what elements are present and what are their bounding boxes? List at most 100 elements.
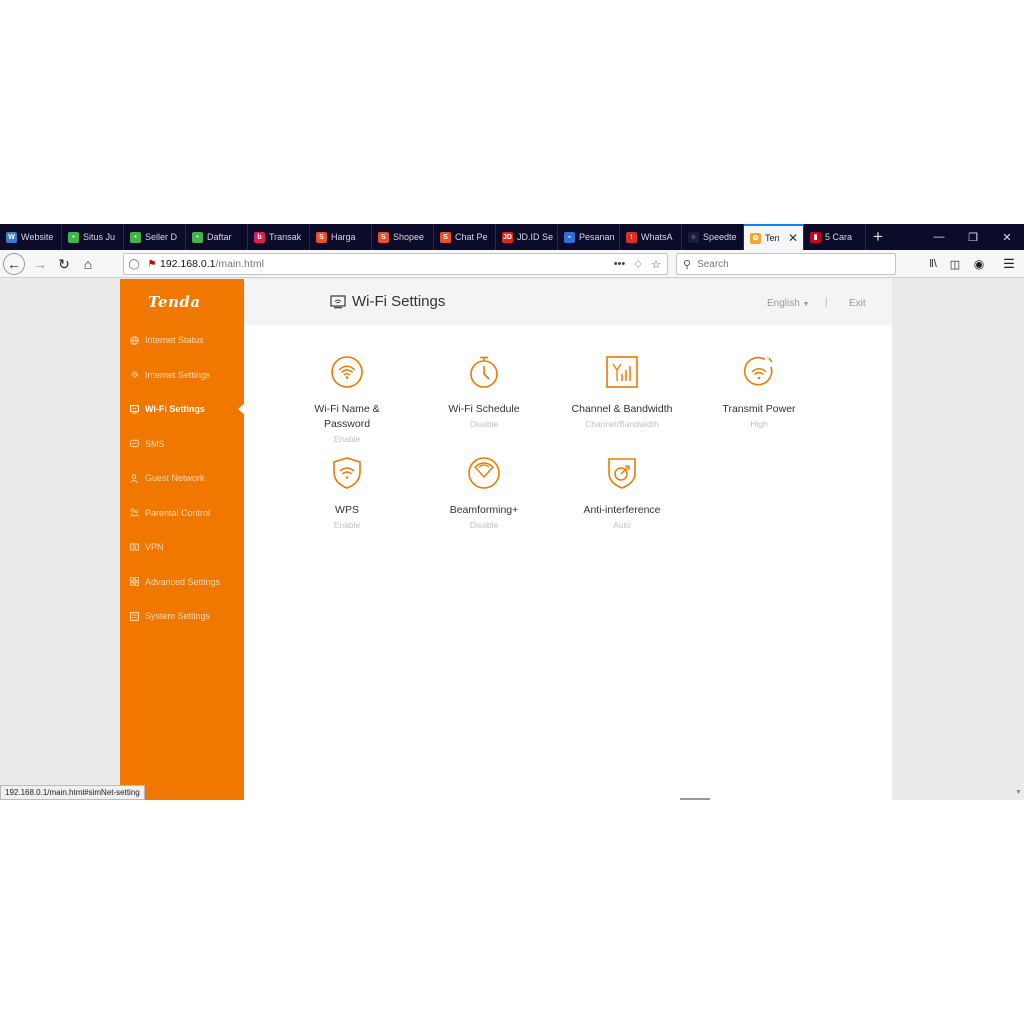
sidebar-item-vpn[interactable]: VPN	[130, 537, 244, 557]
sidebar-item-guest-network[interactable]: Guest Network	[130, 468, 244, 488]
setting-card-status: High	[750, 419, 768, 429]
tab-label: Website	[21, 232, 54, 242]
tab-12[interactable]: ✿ Ten ✕	[744, 224, 804, 250]
tab-6[interactable]: S Shopee	[372, 224, 434, 250]
tokopedia-icon: •	[192, 231, 203, 243]
tab-3[interactable]: • Daftar	[186, 224, 248, 250]
setting-card-transmit-power[interactable]: Transmit Power High	[694, 355, 824, 429]
tab-2[interactable]: • Seller D	[124, 224, 186, 250]
restore-icon[interactable]: ❐	[956, 224, 990, 250]
tab-5[interactable]: S Harga	[310, 224, 372, 250]
grid-icon	[130, 577, 139, 586]
gear-icon	[131, 371, 138, 378]
horizontal-scroll-thumb[interactable]	[680, 798, 710, 800]
page-actions-icon[interactable]: •••	[614, 258, 626, 271]
tab-10[interactable]: ! WhatsA	[620, 224, 682, 250]
stopwatch-icon	[470, 356, 498, 388]
sidebar-item-parental-control[interactable]: Parental Control	[130, 503, 244, 523]
setting-card-wps[interactable]: WPS Enable	[282, 456, 412, 530]
language-select[interactable]: English ▼	[767, 298, 810, 309]
sidebar-item-wi-fi-settings[interactable]: Wi-Fi Settings	[130, 399, 245, 419]
setting-card-channel-bandwidth[interactable]: Channel & Bandwidth Channel/Bandwidth	[557, 355, 687, 429]
menu-icon[interactable]: ☰	[998, 253, 1020, 275]
beamforming-icon	[468, 457, 500, 489]
sidebar-item-internet-settings[interactable]: Internet Settings	[130, 365, 244, 385]
tab-label: Speedte	[703, 232, 737, 242]
shopee-icon: S	[378, 231, 389, 243]
tenda-icon: ✿	[750, 232, 761, 244]
tab-0[interactable]: W Website	[0, 224, 62, 250]
tokopedia-icon: •	[68, 231, 79, 243]
sidebar-item-system-settings[interactable]: System Settings	[130, 606, 244, 626]
url-host: 192.168.0.1	[160, 258, 216, 270]
sidebar-item-internet-status[interactable]: Internet Status	[130, 330, 244, 350]
bookmark-star-icon[interactable]: ☆	[651, 258, 661, 271]
sidebar-toggle-icon[interactable]: ◫	[944, 253, 966, 275]
forward-icon[interactable]: →	[29, 253, 51, 275]
setting-card-status: Channel/Bandwidth	[585, 419, 659, 429]
tab-4[interactable]: b Transak	[248, 224, 310, 250]
shield-wifi-icon	[333, 457, 361, 489]
library-icon[interactable]: ‖\	[922, 253, 944, 275]
shield-check-icon	[608, 458, 636, 489]
whatsapp-icon: !	[626, 231, 637, 243]
sidebar-item-advanced-settings[interactable]: Advanced Settings	[130, 572, 244, 592]
tab-11[interactable]: ○ Speedte	[682, 224, 744, 250]
setting-card-anti-interference[interactable]: Anti-interference Auto	[557, 456, 687, 530]
tab-label: Transak	[269, 232, 302, 242]
bukalapak-icon: b	[254, 231, 265, 243]
setting-card-label: Channel & Bandwidth	[571, 403, 673, 415]
pocket-icon[interactable]: ♢	[633, 258, 643, 271]
tab-7[interactable]: S Chat Pe	[434, 224, 496, 250]
exit-link[interactable]: Exit	[849, 298, 866, 309]
shopee-icon: S	[316, 231, 327, 243]
sidebar-item-sms[interactable]: SMS	[130, 434, 244, 454]
search-icon: ⚲	[683, 258, 692, 271]
shield-icon[interactable]: ◯	[124, 259, 144, 270]
sidebar-item-label: Parental Control	[145, 507, 211, 518]
search-input[interactable]: ⚲ Search	[676, 253, 896, 275]
navigation-bar: ← → ↻ ⌂ ◯ ⚑ 192.168.0.1/main.html ••• ♢ …	[0, 250, 1024, 278]
tab-13[interactable]: ▮ 5 Cara	[804, 224, 866, 250]
main-content: Wi-Fi Settings English ▼ | Exit Wi-Fi Na…	[244, 279, 892, 800]
close-window-icon[interactable]: ✕	[990, 224, 1024, 250]
jd-icon: JD	[502, 231, 513, 243]
setting-card-wi-fi-schedule[interactable]: Wi-Fi Schedule Disable	[419, 355, 549, 429]
guest-icon	[130, 473, 138, 483]
scroll-down-icon[interactable]: ▼	[1013, 789, 1024, 800]
setting-card-status: Enable	[333, 520, 361, 530]
tab-1[interactable]: • Situs Ju	[62, 224, 124, 250]
tab-8[interactable]: JD JD.ID Se	[496, 224, 558, 250]
insecure-lock-icon[interactable]: ⚑	[144, 259, 160, 270]
page-title: Wi-Fi Settings	[330, 293, 445, 310]
tab-label: Seller D	[145, 232, 178, 242]
tab-close-icon[interactable]: ✕	[788, 231, 798, 245]
home-icon[interactable]: ⌂	[77, 253, 99, 275]
setting-card-status: Disable	[469, 419, 499, 429]
sidebar-item-label: SMS	[145, 438, 165, 449]
back-icon[interactable]: ←	[3, 253, 25, 275]
new-tab-button[interactable]: +	[866, 224, 890, 250]
caret-down-icon: ▼	[802, 301, 810, 308]
vertical-scrollbar[interactable]	[1013, 279, 1024, 800]
setting-card-beamforming[interactable]: Beamforming+ Disable	[419, 456, 549, 530]
tab-9[interactable]: ▪ Pesanan	[558, 224, 620, 250]
tab-label: Pesanan	[579, 232, 615, 242]
setting-card-label: Wi-Fi Name & Password	[314, 403, 380, 430]
account-icon[interactable]: ◉	[968, 253, 990, 275]
url-path: /main.html	[215, 258, 264, 270]
sidebar: Tenda Internet Status Internet Settings Wi…	[120, 279, 245, 800]
tenda-logo: Tenda	[148, 293, 201, 311]
reload-icon[interactable]: ↻	[53, 253, 75, 275]
website-icon: W	[6, 231, 17, 243]
tab-strip: W Website • Situs Ju • Seller D • Daftar b Transa…	[0, 224, 1024, 250]
sidebar-item-label: Internet Settings	[145, 369, 211, 380]
tab-list: W Website • Situs Ju • Seller D • Daftar b Transa…	[0, 224, 866, 250]
setting-card-wi-fi-name-password[interactable]: Wi-Fi Name & Password Enable	[282, 355, 412, 444]
speedtest-icon: ○	[688, 231, 699, 243]
url-bar[interactable]: ◯ ⚑ 192.168.0.1/main.html ••• ♢ ☆	[123, 253, 668, 275]
minimize-icon[interactable]: —	[922, 224, 956, 250]
wifi-power-icon	[743, 356, 773, 386]
tab-label: WhatsA	[641, 232, 673, 242]
parental-icon	[130, 508, 139, 517]
